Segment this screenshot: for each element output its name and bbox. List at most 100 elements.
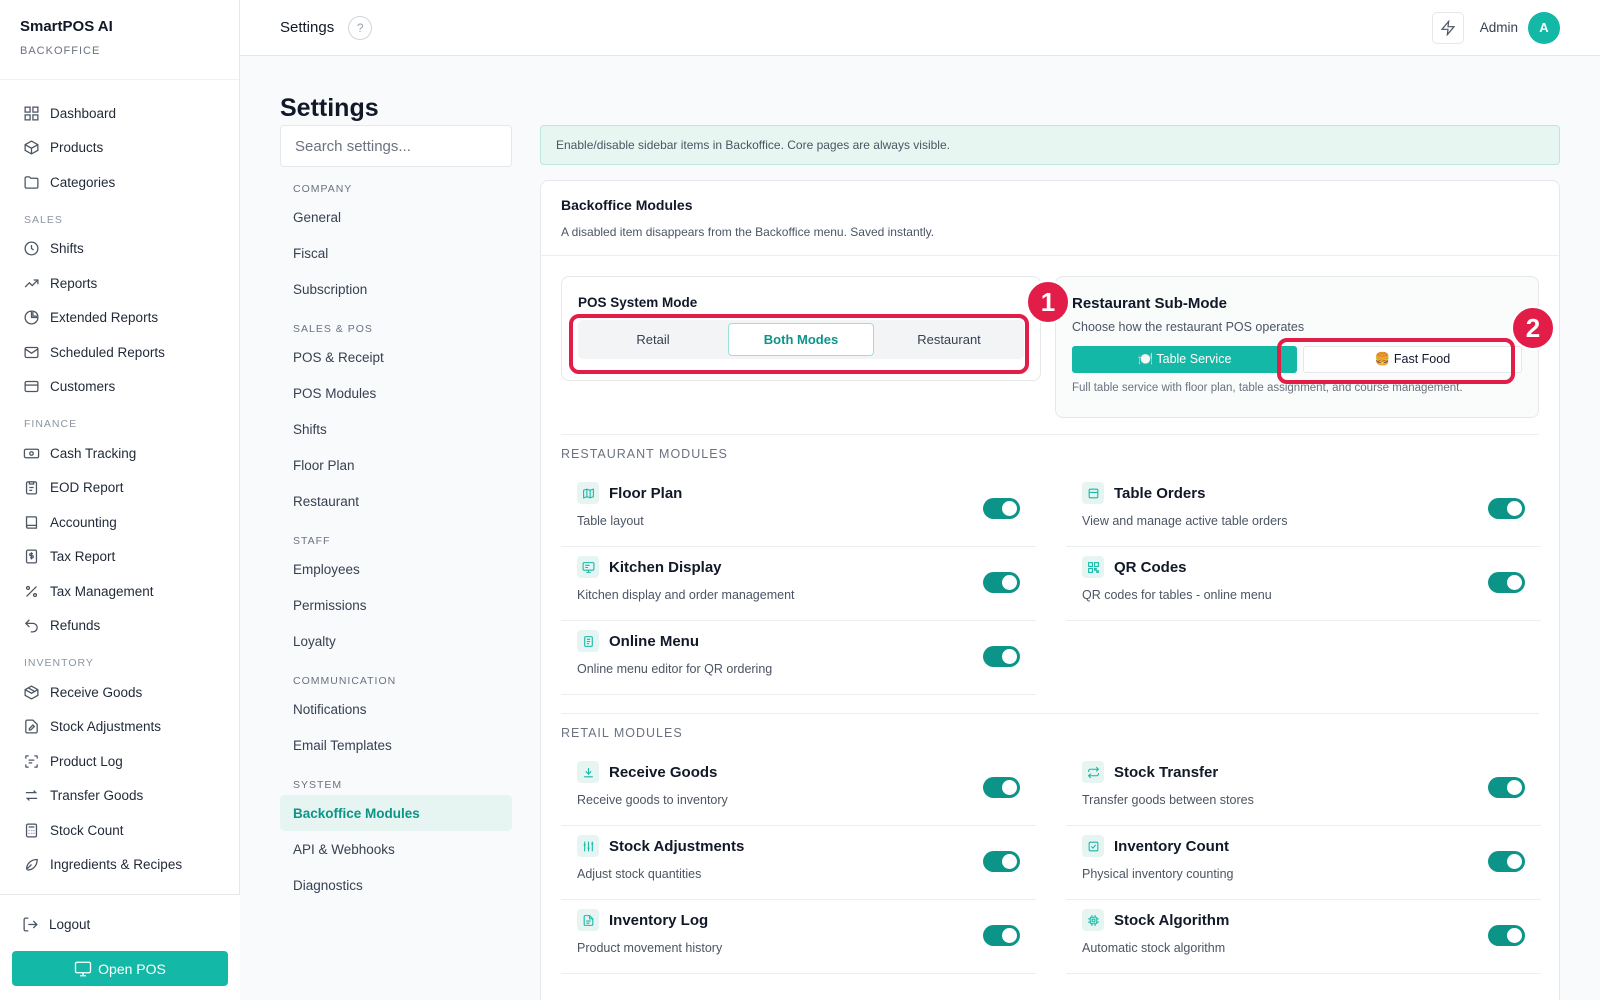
module-name: Stock Algorithm	[1114, 911, 1230, 929]
module-toggle[interactable]	[983, 572, 1020, 593]
settings-item-pos-modules[interactable]: POS Modules	[280, 375, 512, 411]
settings-item-email-templates[interactable]: Email Templates	[280, 727, 512, 763]
grid-icon	[22, 104, 40, 122]
bolt-icon	[1440, 19, 1456, 36]
sidebar-item-label: Products	[50, 140, 104, 156]
modules-card: Backoffice Modules A disabled item disap…	[540, 180, 1560, 1000]
marker-2: 2	[1511, 306, 1555, 350]
sidebar-item-tax-report[interactable]: Tax Report	[12, 540, 227, 575]
help-icon[interactable]: ?	[348, 15, 373, 40]
sidebar-item-shifts[interactable]: Shifts	[12, 232, 227, 267]
sidebar-item-transfer-goods[interactable]: Transfer Goods	[12, 779, 227, 814]
sidebar-item-products[interactable]: Products	[12, 131, 227, 166]
sidebar-item-ingredients-recipes[interactable]: Ingredients & Recipes	[12, 848, 227, 883]
module-desc: Online menu editor for QR ordering	[577, 662, 773, 676]
module-toggle[interactable]	[983, 777, 1020, 798]
module-name: Online Menu	[609, 632, 699, 650]
settings-item-subscription[interactable]: Subscription	[280, 271, 512, 307]
settings-item-employees[interactable]: Employees	[280, 551, 512, 587]
module-toggle[interactable]	[1488, 777, 1525, 798]
search-input[interactable]	[280, 125, 512, 167]
folder-icon	[22, 173, 40, 191]
logout-button[interactable]: Logout	[12, 911, 228, 937]
module-toggle[interactable]	[1488, 851, 1525, 872]
module-name: Stock Transfer	[1114, 763, 1219, 781]
header-title: Settings	[280, 19, 335, 36]
sidebar: SmartPOS AI BACKOFFICE Dashboard Products…	[0, 0, 240, 1000]
top-bar: Settings ? Admin A	[240, 0, 1600, 56]
settings-item-api-webhooks[interactable]: API & Webhooks	[280, 831, 512, 867]
repeat-icon	[1082, 761, 1104, 783]
sub-mode-table-service[interactable]: 🍽️ Table Service	[1072, 346, 1297, 373]
settings-item-shifts[interactable]: Shifts	[280, 411, 512, 447]
nav-section-sales: SALES	[24, 213, 63, 226]
card-icon	[22, 378, 40, 396]
module-name: Inventory Count	[1114, 837, 1229, 855]
module-desc: Receive goods to inventory	[577, 793, 728, 807]
sidebar-item-dashboard[interactable]: Dashboard	[12, 96, 227, 131]
leaf-icon	[22, 856, 40, 874]
module-desc: Kitchen display and order management	[577, 588, 795, 602]
module-toggle[interactable]	[1488, 925, 1525, 946]
settings-item-loyalty[interactable]: Loyalty	[280, 623, 512, 659]
qr-icon	[1082, 556, 1104, 578]
pos-mode-both-modes[interactable]: Both Modes	[728, 323, 874, 356]
module-toggle[interactable]	[983, 851, 1020, 872]
module-qr-codes: QR Codes QR codes for tables - online men…	[1066, 547, 1541, 621]
sidebar-item-customers[interactable]: Customers	[12, 370, 227, 405]
sub-mode-fast-food[interactable]: 🍔 Fast Food	[1303, 346, 1522, 373]
sub-mode-desc: Choose how the restaurant POS operates	[1072, 320, 1305, 334]
trend-icon	[22, 274, 40, 292]
sidebar-item-scheduled-reports[interactable]: Scheduled Reports	[12, 335, 227, 370]
brand: SmartPOS AI BACKOFFICE	[0, 0, 239, 80]
module-inventory-log: Inventory Log Product movement history	[561, 900, 1036, 974]
pos-mode-retail[interactable]: Retail	[581, 323, 725, 356]
sidebar-item-tax-management[interactable]: Tax Management	[12, 574, 227, 609]
pos-mode-restaurant[interactable]: Restaurant	[877, 323, 1021, 356]
settings-item-notifications[interactable]: Notifications	[280, 691, 512, 727]
avatar[interactable]: A	[1528, 11, 1560, 44]
module-header: Receive Goods	[577, 761, 1020, 783]
module-toggle[interactable]	[983, 498, 1020, 519]
sidebar-item-cash-tracking[interactable]: Cash Tracking	[12, 436, 227, 471]
open-pos-button[interactable]: Open POS	[12, 951, 228, 986]
settings-item-general[interactable]: General	[280, 199, 512, 235]
settings-section-staff: STAFF	[293, 535, 331, 547]
pie-icon	[22, 309, 40, 327]
settings-item-diagnostics[interactable]: Diagnostics	[280, 867, 512, 903]
module-header: Stock Adjustments	[577, 835, 1020, 857]
settings-item-pos-receipt[interactable]: POS & Receipt	[280, 339, 512, 375]
sidebar-item-stock-adjustments[interactable]: Stock Adjustments	[12, 710, 227, 745]
sidebar-item-accounting[interactable]: Accounting	[12, 505, 227, 540]
settings-item-restaurant[interactable]: Restaurant	[280, 483, 512, 519]
sidebar-item-eod-report[interactable]: EOD Report	[12, 471, 227, 506]
monitor-icon	[577, 556, 599, 578]
module-stock-adjustments: Stock Adjustments Adjust stock quantities	[561, 826, 1036, 900]
settings-item-permissions[interactable]: Permissions	[280, 587, 512, 623]
sidebar-item-extended-reports[interactable]: Extended Reports	[12, 301, 227, 336]
quick-action-button[interactable]	[1431, 11, 1464, 44]
module-toggle[interactable]	[1488, 498, 1525, 519]
module-toggle[interactable]	[1488, 572, 1525, 593]
settings-item-floor-plan[interactable]: Floor Plan	[280, 447, 512, 483]
sidebar-item-refunds[interactable]: Refunds	[12, 609, 227, 644]
sidebar-item-reports[interactable]: Reports	[12, 266, 227, 301]
cash-icon	[22, 444, 40, 462]
sidebar-item-receive-goods[interactable]: Receive Goods	[12, 675, 227, 710]
sidebar-item-stock-count[interactable]: Stock Count	[12, 813, 227, 848]
module-header: Inventory Count	[1082, 835, 1525, 857]
sidebar-item-label: Ingredients & Recipes	[50, 857, 183, 873]
user-name[interactable]: Admin	[1480, 20, 1518, 35]
settings-item-fiscal[interactable]: Fiscal	[280, 235, 512, 271]
module-toggle[interactable]	[983, 646, 1020, 667]
settings-item-backoffice-modules[interactable]: Backoffice Modules	[280, 795, 512, 831]
sidebar-item-product-log[interactable]: Product Log	[12, 744, 227, 779]
module-header: Table Orders	[1082, 482, 1525, 504]
module-stock-transfer: Stock Transfer Transfer goods between sto…	[1066, 752, 1541, 826]
scan-icon	[22, 752, 40, 770]
sidebar-item-categories[interactable]: Categories	[12, 165, 227, 200]
module-toggle[interactable]	[983, 925, 1020, 946]
module-name: Table Orders	[1114, 484, 1206, 502]
monitor-icon	[74, 961, 92, 976]
module-name: Inventory Log	[609, 911, 709, 929]
